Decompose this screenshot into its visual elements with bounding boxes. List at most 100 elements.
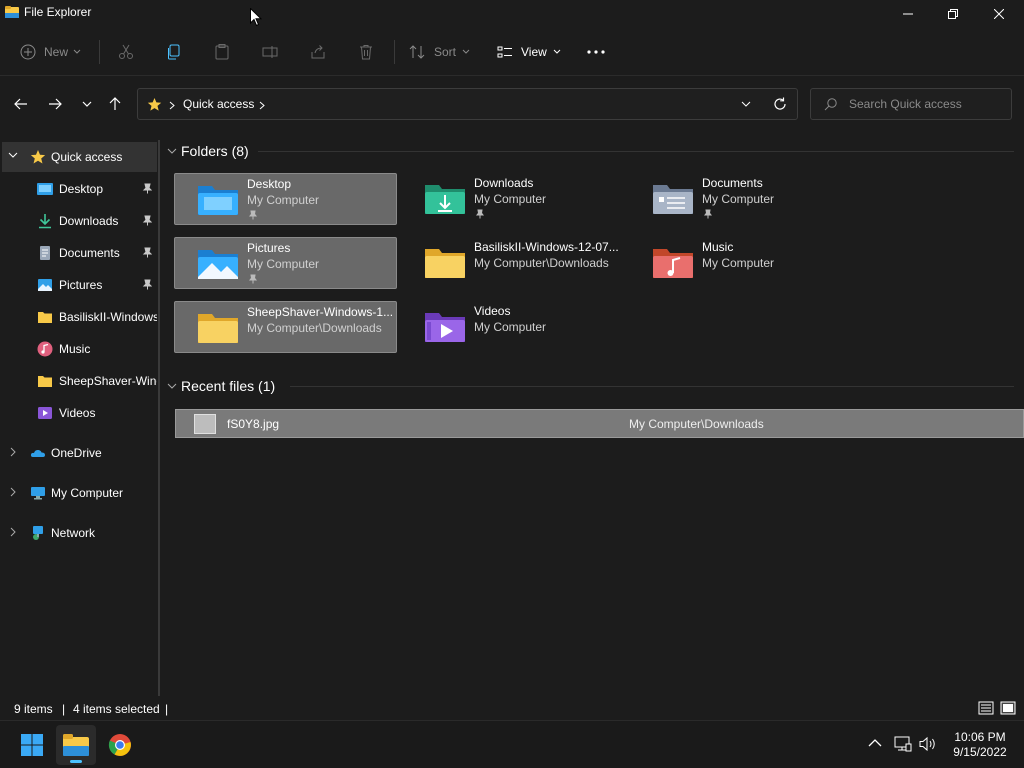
share-button[interactable] [310, 38, 326, 66]
folder-tile-music[interactable]: Music My Computer [630, 237, 853, 289]
folders-section-header[interactable]: Folders (8) [165, 140, 249, 162]
chevron-right-icon[interactable] [259, 101, 265, 110]
minimize-button[interactable] [885, 0, 931, 28]
chevron-down-icon [462, 49, 470, 54]
chevron-right-icon[interactable] [10, 447, 17, 457]
tiles-view-icon[interactable] [1000, 700, 1016, 716]
status-divider: | [62, 702, 66, 716]
paste-button[interactable] [214, 38, 230, 66]
toolbar-divider [99, 40, 100, 64]
new-button[interactable]: New [20, 38, 81, 66]
sidebar-item-quick-access[interactable]: Quick access [2, 142, 157, 172]
file-explorer-icon [63, 734, 89, 756]
sidebar-item-onedrive[interactable]: OneDrive [2, 438, 157, 468]
file-name: fS0Y8.jpg [227, 417, 280, 431]
folder-icon [425, 249, 465, 278]
close-button[interactable] [976, 0, 1022, 28]
window-title: File Explorer [24, 5, 92, 19]
chevron-down-icon [553, 49, 561, 54]
sidebar-item-sheepshaver[interactable]: SheepShaver-Windows [2, 366, 157, 396]
sidebar-item-desktop[interactable]: Desktop [2, 174, 157, 204]
taskbar: 10:06 PM 9/15/2022 [0, 720, 1024, 768]
taskbar-file-explorer[interactable] [56, 725, 96, 765]
network-status-icon[interactable] [894, 736, 912, 752]
recent-locations-button[interactable] [76, 93, 98, 115]
folder-tile-sheepshaver[interactable]: SheepShaver-Windows-1... My Computer\Dow… [174, 301, 397, 353]
rename-icon [262, 46, 278, 58]
delete-button[interactable] [358, 38, 374, 66]
volume-icon[interactable] [919, 736, 937, 752]
plus-circle-icon [20, 44, 36, 60]
videos-folder-icon [425, 313, 465, 342]
computer-icon [31, 487, 45, 500]
folder-tile-documents[interactable]: Documents My Computer [630, 173, 853, 225]
copy-button[interactable] [166, 38, 182, 66]
chevron-down-icon[interactable] [8, 152, 18, 159]
folder-path: My Computer [702, 192, 775, 206]
sidebar-item-label: Videos [59, 406, 96, 420]
sidebar-item-label: Pictures [59, 278, 103, 292]
status-divider: | [165, 702, 169, 716]
music-folder-icon [653, 249, 693, 278]
chevron-right-icon[interactable] [10, 527, 17, 537]
folder-tile-basiliskii[interactable]: BasiliskII-Windows-12-07... My Computer\… [402, 237, 625, 289]
restore-button[interactable] [930, 0, 976, 28]
breadcrumb-quick-access[interactable]: Quick access [183, 97, 254, 111]
pane-splitter[interactable] [158, 140, 160, 696]
copy-icon [168, 44, 180, 60]
start-button[interactable] [12, 725, 52, 765]
onedrive-icon [30, 449, 45, 457]
folder-tile-videos[interactable]: Videos My Computer [402, 301, 625, 353]
address-bar[interactable]: Quick access [137, 88, 798, 120]
status-bar: 9 items | 4 items selected | [0, 696, 1024, 720]
chrome-icon [108, 734, 131, 756]
taskbar-chrome[interactable] [100, 725, 140, 765]
chevron-down-icon [167, 383, 177, 389]
refresh-icon[interactable] [773, 97, 787, 111]
sidebar-item-my-computer[interactable]: My Computer [2, 478, 157, 508]
sidebar-item-network[interactable]: Network [2, 518, 157, 548]
view-list-icon [497, 46, 512, 58]
folder-path: My Computer [247, 193, 320, 207]
documents-folder-icon [653, 185, 693, 214]
address-dropdown-icon[interactable] [741, 101, 751, 107]
chevron-right-icon[interactable] [10, 487, 17, 497]
details-view-icon[interactable] [978, 700, 994, 716]
recent-files-section-header[interactable]: Recent files (1) [165, 375, 275, 397]
pictures-icon [38, 279, 52, 291]
sort-icon [409, 45, 425, 59]
sidebar-item-basiliskii[interactable]: BasiliskII-Windows [2, 302, 157, 332]
sort-button-label: Sort [434, 45, 457, 59]
sidebar-item-videos[interactable]: Videos [2, 398, 157, 428]
search-input[interactable] [849, 96, 1004, 112]
rename-button[interactable] [262, 38, 278, 66]
folder-path: My Computer [474, 320, 547, 334]
search-box[interactable] [810, 88, 1012, 120]
back-button[interactable] [10, 93, 32, 115]
recent-files-section-title: Recent files (1) [181, 378, 276, 394]
clock-date: 9/15/2022 [953, 745, 1007, 759]
forward-button[interactable] [44, 93, 66, 115]
sidebar-item-music[interactable]: Music [2, 334, 157, 364]
see-more-button[interactable] [587, 38, 605, 66]
pin-icon [142, 279, 152, 290]
network-icon [33, 526, 43, 540]
cut-button[interactable] [118, 38, 134, 66]
up-button[interactable] [104, 93, 126, 115]
sidebar-item-pictures[interactable]: Pictures [2, 270, 157, 300]
view-button[interactable]: View [497, 38, 561, 66]
folder-tile-desktop[interactable]: Desktop My Computer [174, 173, 397, 225]
music-icon [37, 341, 53, 357]
folder-tile-downloads[interactable]: Downloads My Computer [402, 173, 625, 225]
show-hidden-icons-chevron-up-icon[interactable] [868, 738, 882, 747]
restore-icon [948, 9, 958, 19]
title-bar: File Explorer [0, 0, 1024, 28]
folder-tile-pictures[interactable]: Pictures My Computer [174, 237, 397, 289]
star-icon [147, 97, 162, 111]
sort-button[interactable]: Sort [409, 38, 470, 66]
system-clock[interactable]: 10:06 PM 9/15/2022 [944, 730, 1016, 760]
sidebar-item-documents[interactable]: Documents [2, 238, 157, 268]
toolbar-divider [394, 40, 395, 64]
sidebar-item-downloads[interactable]: Downloads [2, 206, 157, 236]
recent-file-row[interactable]: fS0Y8.jpg My Computer\Downloads [175, 409, 1024, 438]
